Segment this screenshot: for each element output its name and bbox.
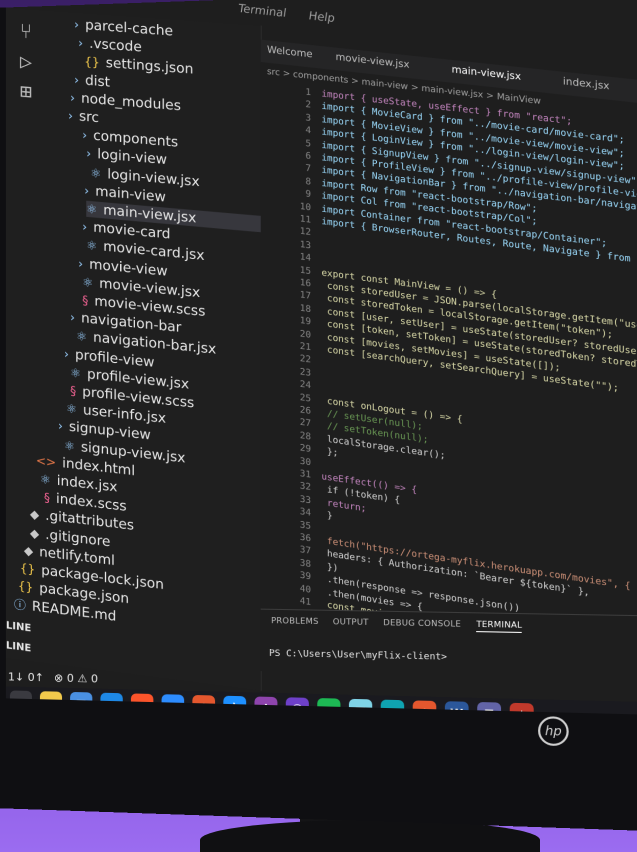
- file-icon: ⓘ: [13, 597, 26, 614]
- menu-bar: Terminal Help: [237, 2, 354, 27]
- chevron-down-icon: ›: [64, 346, 69, 361]
- zoom-icon[interactable]: zoom: [161, 694, 185, 716]
- file-icon: §: [82, 293, 89, 308]
- chevron-down-icon: ›: [70, 90, 75, 105]
- panel-tab[interactable]: PROBLEMS: [271, 616, 318, 626]
- file-icon: ◆: [29, 507, 40, 523]
- panel-tab[interactable]: TERMINAL: [476, 619, 523, 633]
- photo-scene: ⑂ ▷ ⊞ › parcel-cache › .vscode{} settings.js…: [0, 0, 637, 852]
- monitor: ⑂ ▷ ⊞ › parcel-cache › .vscode{} settings.js…: [0, 0, 637, 833]
- file-icon: ⚛: [82, 274, 94, 290]
- chrome-2-icon[interactable]: ◉: [412, 700, 437, 716]
- vscode-icon[interactable]: ⟩: [223, 695, 247, 716]
- bottom-panel: PROBLEMS OUTPUT DEBUG CONSOLE TERMINAL PS C…: [260, 608, 637, 681]
- panel-tab[interactable]: DEBUG CONSOLE: [383, 618, 461, 629]
- chevron-down-icon: ›: [82, 219, 88, 235]
- explorer-item-label: src: [78, 108, 99, 127]
- chevron-down-icon: ›: [74, 72, 79, 87]
- activity-bar: ⑂ ▷ ⊞: [6, 8, 50, 132]
- vscode-window: ⑂ ▷ ⊞ › parcel-cache › .vscode{} settings.js…: [5, 0, 637, 716]
- store-icon[interactable]: ▦: [70, 691, 93, 715]
- code-text: };: [321, 446, 339, 460]
- explorer-item[interactable]: › dist: [74, 71, 110, 90]
- edge-icon[interactable]: ◐: [380, 699, 405, 716]
- editor-tab[interactable]: index.jsx: [563, 76, 609, 93]
- github-icon[interactable]: ◯: [285, 697, 309, 716]
- file-icon: ⚛: [76, 329, 88, 345]
- source-control-icon[interactable]: ⑂: [20, 19, 32, 44]
- file-icon: ⚛: [86, 201, 98, 217]
- chevron-down-icon: ›: [74, 17, 79, 32]
- brave-icon[interactable]: ◆: [130, 693, 154, 716]
- file-icon: ⚛: [90, 165, 102, 181]
- problems-status[interactable]: ⊗ 0 ⚠ 0: [54, 671, 98, 685]
- mail-icon[interactable]: ✉: [100, 692, 123, 716]
- file-icon: ⚛: [86, 238, 98, 254]
- explorer-item[interactable]: › src: [68, 108, 99, 127]
- file-icon: {}: [84, 54, 100, 71]
- chevron-down-icon: ›: [70, 310, 75, 325]
- file-icon: ⚛: [66, 401, 77, 417]
- file-icon: ⚛: [70, 365, 81, 381]
- chevron-down-icon: ›: [58, 418, 63, 434]
- panel-tab[interactable]: OUTPUT: [333, 617, 369, 627]
- chevron-down-icon: ›: [78, 256, 84, 271]
- task-view-icon[interactable]: ▯: [9, 690, 32, 714]
- file-icon: <>: [35, 453, 57, 470]
- sync-status[interactable]: 1↓ 0↑: [8, 670, 44, 684]
- file-icon: §: [70, 383, 77, 399]
- menu-terminal[interactable]: Terminal: [237, 2, 287, 20]
- word-icon[interactable]: W: [444, 701, 469, 716]
- notes-icon[interactable]: ▤: [348, 698, 373, 716]
- file-icon: §: [43, 490, 50, 506]
- code-text: }): [321, 561, 339, 575]
- file-icon: ⚛: [39, 471, 51, 488]
- pin-icon[interactable]: ⌖: [509, 702, 534, 716]
- chevron-down-icon: ›: [86, 146, 92, 162]
- code-editor[interactable]: Welcome movie-view.jsx main-view.jsx index.…: [260, 39, 637, 680]
- extensions-icon[interactable]: ⊞: [20, 79, 32, 104]
- spotify-icon[interactable]: ≋: [317, 698, 341, 716]
- outline-section-header[interactable]: LINE: [6, 620, 31, 634]
- file-icon: ⚛: [64, 437, 75, 454]
- editor-tab[interactable]: movie-view.jsx: [336, 52, 410, 71]
- timeline-section-header[interactable]: LINE: [6, 640, 31, 654]
- explorer-sidebar: ⑂ ▷ ⊞ › parcel-cache › .vscode{} settings.js…: [5, 7, 293, 691]
- file-icon: {}: [17, 578, 34, 595]
- file-explorer-icon[interactable]: ▭: [39, 691, 63, 714]
- teams-icon[interactable]: T: [477, 701, 502, 716]
- explorer-item-label: dist: [85, 72, 111, 91]
- explorer-item-label: settings.json: [105, 55, 194, 79]
- terminal-prompt[interactable]: PS C:\Users\User\myFlix-client>: [269, 649, 447, 663]
- run-debug-icon[interactable]: ▷: [20, 49, 32, 74]
- chevron-down-icon: ›: [68, 108, 73, 124]
- explorer-item-label: .vscode: [89, 35, 142, 56]
- chevron-down-icon: ›: [84, 183, 90, 198]
- explorer-item[interactable]: › .vscode: [78, 35, 142, 56]
- editor-tab[interactable]: Welcome: [267, 44, 313, 60]
- file-icon: ◆: [23, 543, 34, 559]
- chevron-down-icon: ›: [82, 127, 88, 143]
- chrome-icon[interactable]: ◉: [192, 694, 216, 716]
- menu-help[interactable]: Help: [308, 9, 336, 25]
- editor-tab[interactable]: main-view.jsx: [452, 64, 521, 83]
- code-text: }: [321, 510, 333, 523]
- chevron-down-icon: ›: [78, 35, 84, 51]
- file-icon: {}: [19, 560, 36, 577]
- hp-logo: hp: [538, 716, 569, 747]
- slack-icon[interactable]: ✱: [254, 696, 278, 716]
- file-icon: ◆: [29, 525, 40, 541]
